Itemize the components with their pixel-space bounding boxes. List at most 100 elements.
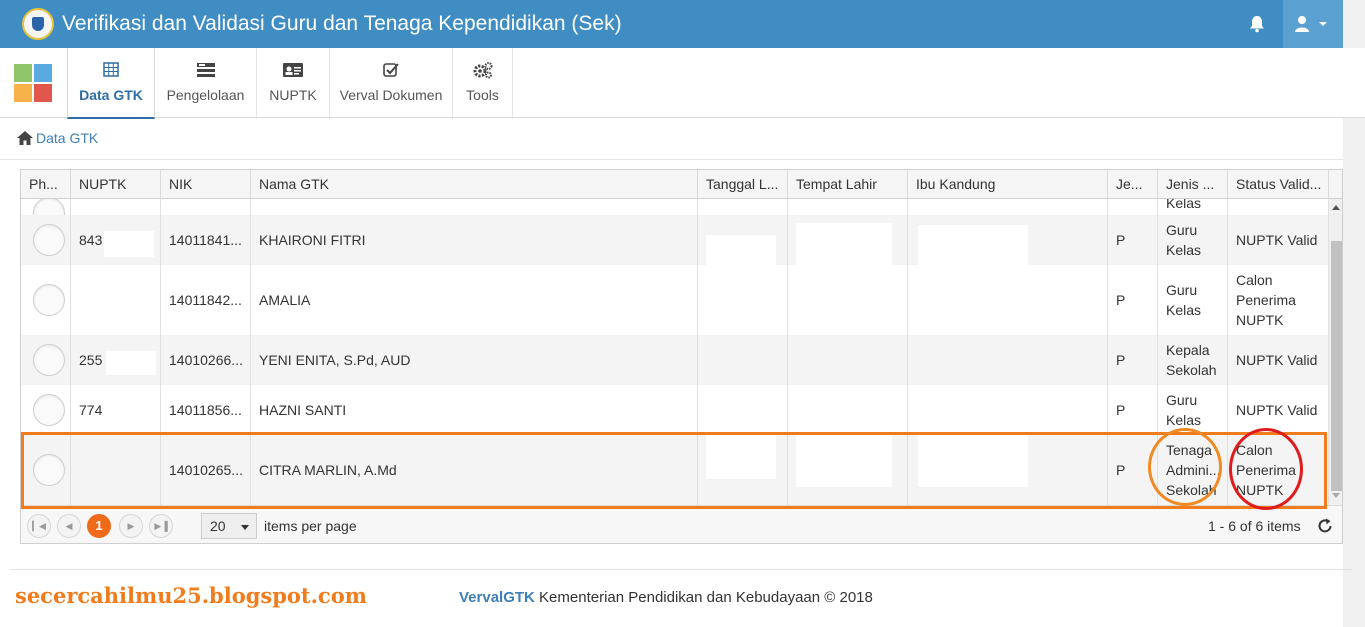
tab-label: Tools <box>466 87 499 103</box>
tab-pengelolaan[interactable]: Pengelolaan <box>155 48 257 119</box>
cell-nama: KHAIRONI FITRI <box>251 215 698 265</box>
grid-vertical-scrollbar[interactable] <box>1329 199 1342 505</box>
cell-jenis: Kepala Sekolah <box>1158 335 1228 385</box>
cell-tanggal-lahir <box>698 385 788 435</box>
cell-jenis: Guru Kelas <box>1158 385 1228 435</box>
cell-tempat-lahir <box>788 335 908 385</box>
refresh-icon[interactable] <box>1317 518 1333 534</box>
highlight-circle-status <box>1229 428 1303 510</box>
cell-jk: P <box>1108 265 1158 335</box>
column-header-jenis-ptk[interactable]: Jenis ... <box>1158 170 1228 199</box>
tab-data-gtk[interactable]: Data GTK <box>67 48 155 119</box>
row-select-radio[interactable] <box>33 224 65 256</box>
column-header-photo[interactable]: Ph... <box>21 170 71 199</box>
last-page-icon[interactable]: ▶▐ <box>149 514 173 538</box>
cell-ibu-kandung <box>908 335 1108 385</box>
user-menu-button[interactable] <box>1283 0 1343 48</box>
cell-nama: YENI ENITA, S.Pd, AUD <box>251 335 698 385</box>
footer-brand: VervalGTK <box>459 589 535 606</box>
tab-label: Data GTK <box>79 87 143 103</box>
gears-icon <box>473 62 492 79</box>
user-icon <box>1295 16 1327 32</box>
cell-nik: 14011856... <box>161 385 251 435</box>
id-card-icon <box>283 63 303 77</box>
tab-nuptk[interactable]: NUPTK <box>257 48 330 119</box>
scrollbar-thumb[interactable] <box>1331 241 1342 491</box>
page-number-current[interactable]: 1 <box>87 514 111 538</box>
checkbox-icon <box>383 63 399 77</box>
page-size-value: 20 <box>210 518 226 534</box>
cell-status: Calon Penerima NUPTK <box>1228 265 1329 335</box>
highlight-box <box>21 432 1327 509</box>
footer-text: VervalGTK Kementerian Pendidikan dan Keb… <box>459 589 873 606</box>
caret-down-icon <box>1319 22 1327 26</box>
column-header-status-validasi[interactable]: Status Valid... <box>1228 170 1329 199</box>
row-select-radio[interactable] <box>33 199 65 215</box>
row-select-radio[interactable] <box>33 344 65 376</box>
app-title: Verifikasi dan Validasi Guru dan Tenaga … <box>62 12 622 35</box>
cell-nama: AMALIA <box>251 265 698 335</box>
grid-pager: ▎◀ ◀ 1 ▶ ▶▐ 20 items per page 1 - 6 of 6… <box>21 505 1342 543</box>
tab-label: Pengelolaan <box>166 87 245 103</box>
table-icon <box>103 62 119 77</box>
home-icon <box>17 131 33 145</box>
blog-watermark: secercahilmu25.blogspot.com <box>15 583 367 608</box>
divider <box>0 159 1343 160</box>
grid-header: Ph... NUPTK NIK Nama GTK Tanggal L... Te… <box>21 170 1342 199</box>
cell-nuptk: 774 <box>71 385 161 435</box>
cell-nama: HAZNI SANTI <box>251 385 698 435</box>
column-header-nama[interactable]: Nama GTK <box>251 170 698 199</box>
tab-verval-dokumen[interactable]: Verval Dokumen <box>330 48 453 119</box>
column-header-nuptk[interactable]: NUPTK <box>71 170 161 199</box>
tab-label: Verval Dokumen <box>339 87 443 103</box>
cell-jk: P <box>1108 215 1158 265</box>
cell-ibu-kandung <box>908 385 1108 435</box>
redaction-block <box>706 235 776 285</box>
cell-jenis: Guru Kelas <box>1158 215 1228 265</box>
redaction-block <box>796 223 892 283</box>
tab-label: NUPTK <box>269 87 317 103</box>
column-header-nik[interactable]: NIK <box>161 170 251 199</box>
footer-divider <box>10 569 1353 570</box>
table-row[interactable]: Kelas <box>21 199 1329 215</box>
list-icon <box>196 63 215 77</box>
redaction-block <box>918 225 1028 281</box>
items-per-page-label: items per page <box>264 518 357 534</box>
cell-status: NUPTK Valid <box>1228 215 1329 265</box>
column-header-jenis-kelamin[interactable]: Je... <box>1108 170 1158 199</box>
page-size-select[interactable]: 20 <box>201 513 257 539</box>
breadcrumb[interactable]: Data GTK <box>16 130 98 146</box>
pager-info: 1 - 6 of 6 items <box>1208 518 1301 534</box>
next-page-icon[interactable]: ▶ <box>119 514 143 538</box>
scroll-down-arrow-icon[interactable] <box>1332 493 1340 498</box>
table-row[interactable]: 774 14011856... HAZNI SANTI P Guru Kelas… <box>21 385 1329 435</box>
column-header-ibu-kandung[interactable]: Ibu Kandung <box>908 170 1108 199</box>
cell-nuptk <box>71 265 161 335</box>
first-page-icon[interactable]: ▎◀ <box>27 514 51 538</box>
column-header-tempat-lahir[interactable]: Tempat Lahir <box>788 170 908 199</box>
table-row[interactable]: 843 14011841... KHAIRONI FITRI P Guru Ke… <box>21 215 1329 265</box>
cell-jk: P <box>1108 335 1158 385</box>
table-row[interactable]: 14011842... AMALIA P Guru Kelas Calon Pe… <box>21 265 1329 335</box>
row-select-radio[interactable] <box>33 284 65 316</box>
caret-down-icon <box>241 525 249 530</box>
prev-page-icon[interactable]: ◀ <box>57 514 81 538</box>
tab-tools[interactable]: Tools <box>453 48 513 119</box>
bell-icon[interactable] <box>1248 15 1266 33</box>
breadcrumb-label: Data GTK <box>36 130 99 146</box>
table-row[interactable]: 255 14010266... YENI ENITA, S.Pd, AUD P … <box>21 335 1329 385</box>
cell-nik: 14011841... <box>161 215 251 265</box>
cell-jenis: Kelas <box>1158 199 1228 215</box>
cell-jk: P <box>1108 385 1158 435</box>
row-select-radio[interactable] <box>33 394 65 426</box>
cell-nik: 14010266... <box>161 335 251 385</box>
tut-wuri-logo <box>22 8 54 40</box>
redaction-block <box>106 351 156 375</box>
highlight-circle-jenis <box>1148 428 1222 506</box>
column-header-tanggal-lahir[interactable]: Tanggal L... <box>698 170 788 199</box>
cell-status: NUPTK Valid <box>1228 385 1329 435</box>
apps-grid-icon[interactable] <box>14 64 52 102</box>
cell-jenis: Guru Kelas <box>1158 265 1228 335</box>
cell-nik: 14011842... <box>161 265 251 335</box>
scroll-up-arrow-icon[interactable] <box>1332 205 1340 210</box>
